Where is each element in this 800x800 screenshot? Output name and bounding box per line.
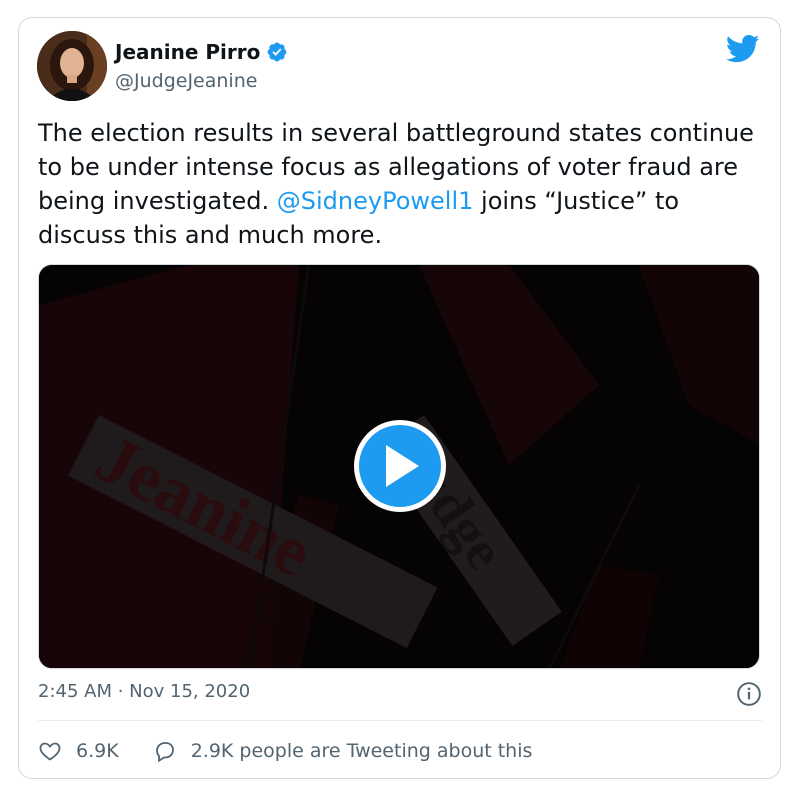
divider bbox=[38, 720, 762, 721]
speech-bubble-icon bbox=[155, 742, 174, 763]
actions-row: 6.9K 2.9K people are Tweeting about this bbox=[38, 737, 532, 765]
play-icon[interactable] bbox=[354, 420, 446, 512]
tweet-text: The election results in several battlegr… bbox=[38, 116, 758, 252]
video-player[interactable]: Jeanine Judge bbox=[38, 264, 760, 669]
like-button[interactable]: 6.9K bbox=[38, 739, 119, 763]
timestamp[interactable]: 2:45 AM · Nov 15, 2020 bbox=[38, 681, 250, 702]
verified-badge-icon bbox=[267, 42, 287, 62]
author-handle[interactable]: @JudgeJeanine bbox=[115, 70, 257, 92]
heart-icon bbox=[39, 742, 61, 761]
author-row: Jeanine Pirro bbox=[115, 40, 288, 64]
tweeting-link[interactable]: 2.9K people are Tweeting about this bbox=[153, 739, 533, 763]
twitter-bird-icon[interactable] bbox=[726, 34, 760, 64]
like-count: 6.9K bbox=[76, 740, 119, 762]
mention-link[interactable]: @SidneyPowell1 bbox=[277, 187, 474, 215]
tweeting-label: 2.9K people are Tweeting about this bbox=[190, 740, 533, 762]
avatar[interactable] bbox=[37, 31, 107, 101]
meta-row: 2:45 AM · Nov 15, 2020 bbox=[38, 681, 762, 709]
author-name[interactable]: Jeanine Pirro bbox=[115, 40, 260, 64]
info-icon[interactable] bbox=[736, 681, 762, 707]
